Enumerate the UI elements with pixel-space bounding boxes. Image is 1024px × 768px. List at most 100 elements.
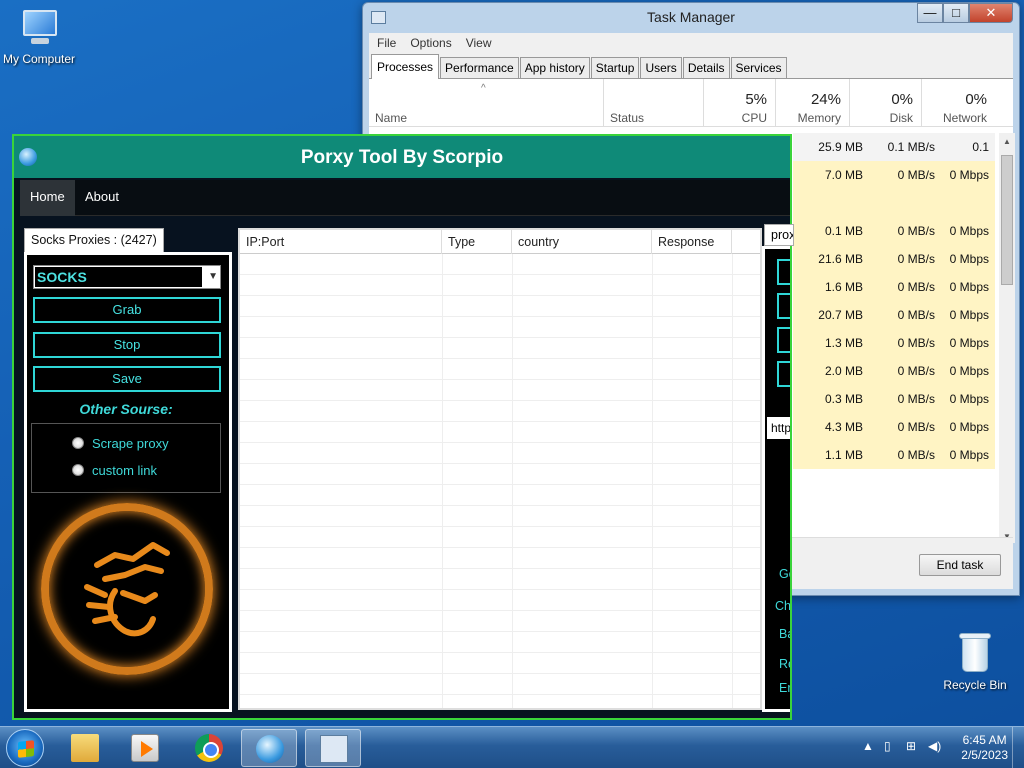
disk-cell: 0.1 MB/s bbox=[887, 140, 935, 154]
network-icon[interactable]: ⊞ bbox=[906, 739, 916, 753]
proxy-tool-window: Porxy Tool By Scorpio Home About Socks P… bbox=[12, 134, 794, 720]
network-cell: 0 Mbps bbox=[949, 224, 989, 238]
network-cell: 0 Mbps bbox=[949, 448, 989, 462]
disk-cell bbox=[869, 189, 941, 217]
end-task-button[interactable]: End task bbox=[919, 554, 1001, 576]
right-button-3[interactable] bbox=[777, 327, 790, 353]
left-control-panel: SOCKS ▼ Grab Stop Save Other Sourse: Scr… bbox=[24, 252, 232, 712]
column-disk[interactable]: 0% Disk bbox=[849, 79, 921, 127]
column-response[interactable]: Response bbox=[652, 230, 732, 254]
tab-services[interactable]: Services bbox=[730, 57, 787, 78]
show-desktop-button[interactable] bbox=[1012, 727, 1024, 768]
stop-button[interactable]: Stop bbox=[33, 332, 221, 358]
proxy-type-value: SOCKS bbox=[35, 267, 202, 287]
column-status[interactable]: Status bbox=[603, 79, 703, 127]
tab-proxy[interactable]: prox bbox=[764, 224, 794, 246]
right-label-5: Err bbox=[779, 681, 790, 695]
url-input[interactable]: http bbox=[767, 417, 790, 439]
tab-users[interactable]: Users bbox=[640, 57, 682, 78]
scrollbar-thumb[interactable] bbox=[1001, 155, 1013, 285]
column-country[interactable]: country bbox=[512, 230, 652, 254]
scrape-proxy-radio[interactable]: Scrape proxy bbox=[72, 436, 169, 451]
network-cell: 0.1 Mbps bbox=[960, 140, 989, 182]
column-name[interactable]: Name bbox=[375, 111, 407, 125]
memory-cell bbox=[793, 189, 869, 217]
table-header: IP:Port Type country Response bbox=[240, 230, 760, 254]
process-column-headers: ^ Name Status 5% CPU 24% Memory 0% Disk … bbox=[369, 79, 1013, 127]
minimize-button[interactable]: — bbox=[917, 3, 943, 23]
memory-cell: 1.6 MB bbox=[824, 280, 863, 294]
menu-home[interactable]: Home bbox=[20, 180, 75, 216]
tab-performance[interactable]: Performance bbox=[440, 57, 519, 78]
start-button[interactable] bbox=[6, 729, 44, 767]
save-button[interactable]: Save bbox=[33, 366, 221, 392]
taskbar-proxy-tool[interactable] bbox=[241, 729, 297, 767]
proxy-tool-menubar: Home About bbox=[20, 180, 790, 216]
memory-label: Memory bbox=[797, 111, 841, 125]
memory-cell: 0.1 MB bbox=[824, 224, 863, 238]
action-center-icon[interactable]: ▯ bbox=[884, 739, 891, 753]
taskbar-task-manager[interactable] bbox=[305, 729, 361, 767]
proxy-type-select[interactable]: SOCKS ▼ bbox=[33, 265, 221, 289]
menu-file[interactable]: File bbox=[377, 33, 396, 53]
network-cell: 0 Mbps bbox=[949, 392, 989, 406]
source-radio-group: Scrape proxy custom link bbox=[31, 423, 221, 493]
disk-cell: 0 MB/s bbox=[897, 336, 935, 350]
my-computer-label: My Computer bbox=[2, 52, 76, 66]
column-type[interactable]: Type bbox=[442, 230, 512, 254]
show-hidden-icons-icon[interactable]: ▲ bbox=[862, 739, 874, 753]
taskbar-chrome[interactable] bbox=[181, 729, 237, 767]
process-list-scrollbar[interactable]: ▲ ▼ bbox=[999, 133, 1015, 543]
tab-details[interactable]: Details bbox=[682, 57, 730, 78]
memory-cell: 25.9 MB bbox=[818, 140, 863, 154]
tab-app-history[interactable]: App history bbox=[519, 57, 590, 78]
task-manager-tabs: Processes Performance App history Startu… bbox=[369, 53, 1013, 79]
tab-processes[interactable]: Processes bbox=[371, 54, 440, 79]
cpu-label: CPU bbox=[741, 111, 767, 125]
memory-cell: 20.7 MB bbox=[818, 308, 863, 322]
proxy-tool-title: Porxy Tool By Scorpio bbox=[300, 147, 504, 168]
menu-view[interactable]: View bbox=[466, 33, 492, 53]
column-cpu[interactable]: 5% CPU bbox=[703, 79, 775, 127]
grab-button[interactable]: Grab bbox=[33, 297, 221, 323]
disk-cell: 0 MB/s bbox=[897, 448, 935, 462]
right-control-panel: http Go Ch Ba Re Err bbox=[762, 246, 790, 712]
memory-cell: 4.3 MB bbox=[824, 420, 863, 434]
recycle-bin-desktop-icon[interactable]: Recycle Bin bbox=[933, 630, 1017, 692]
proxy-results-table[interactable]: IP:Port Type country Response bbox=[238, 228, 762, 710]
menu-about[interactable]: About bbox=[75, 180, 129, 216]
close-button[interactable]: ✕ bbox=[969, 3, 1013, 23]
right-button-2[interactable] bbox=[777, 293, 790, 319]
proxy-tool-titlebar[interactable]: Porxy Tool By Scorpio bbox=[14, 136, 790, 178]
memory-cell: 21.6 MB bbox=[818, 252, 863, 266]
memory-percent: 24% bbox=[810, 91, 841, 108]
column-network[interactable]: 0% Network bbox=[921, 79, 995, 127]
task-manager-titlebar[interactable]: Task Manager — □ ✕ bbox=[363, 3, 1019, 33]
my-computer-desktop-icon[interactable]: My Computer bbox=[0, 8, 81, 66]
maximize-button[interactable]: □ bbox=[943, 3, 969, 23]
volume-icon[interactable]: ◀) bbox=[928, 739, 941, 753]
clock-time: 6:45 AM bbox=[962, 733, 1007, 747]
tab-startup[interactable]: Startup bbox=[590, 57, 640, 78]
taskbar-explorer[interactable] bbox=[57, 729, 113, 767]
scroll-up-icon[interactable]: ▲ bbox=[999, 137, 1015, 146]
menu-options[interactable]: Options bbox=[410, 33, 451, 53]
custom-link-radio[interactable]: custom link bbox=[72, 463, 157, 478]
table-body bbox=[240, 254, 760, 708]
right-button-4[interactable] bbox=[777, 361, 790, 387]
radio-icon bbox=[72, 437, 84, 449]
column-ip-port[interactable]: IP:Port bbox=[240, 230, 442, 254]
system-tray: ▲ ▯ ⊞ ◀) 6:45 AM 2/5/2023 bbox=[844, 727, 1024, 768]
tab-socks-proxies[interactable]: Socks Proxies : (2427) bbox=[24, 228, 164, 252]
network-percent: 0% bbox=[965, 91, 987, 108]
clock[interactable]: 6:45 AM 2/5/2023 bbox=[961, 733, 1008, 763]
recycle-bin-icon bbox=[958, 630, 992, 674]
disk-cell: 0 MB/s bbox=[897, 392, 935, 406]
right-button-1[interactable] bbox=[777, 259, 790, 285]
media-player-icon bbox=[131, 734, 159, 762]
disk-percent: 0% bbox=[891, 91, 913, 108]
disk-cell: 0 MB/s bbox=[897, 224, 935, 238]
memory-cell: 1.3 MB bbox=[824, 336, 863, 350]
column-memory[interactable]: 24% Memory bbox=[775, 79, 849, 127]
taskbar-media-player[interactable] bbox=[117, 729, 173, 767]
